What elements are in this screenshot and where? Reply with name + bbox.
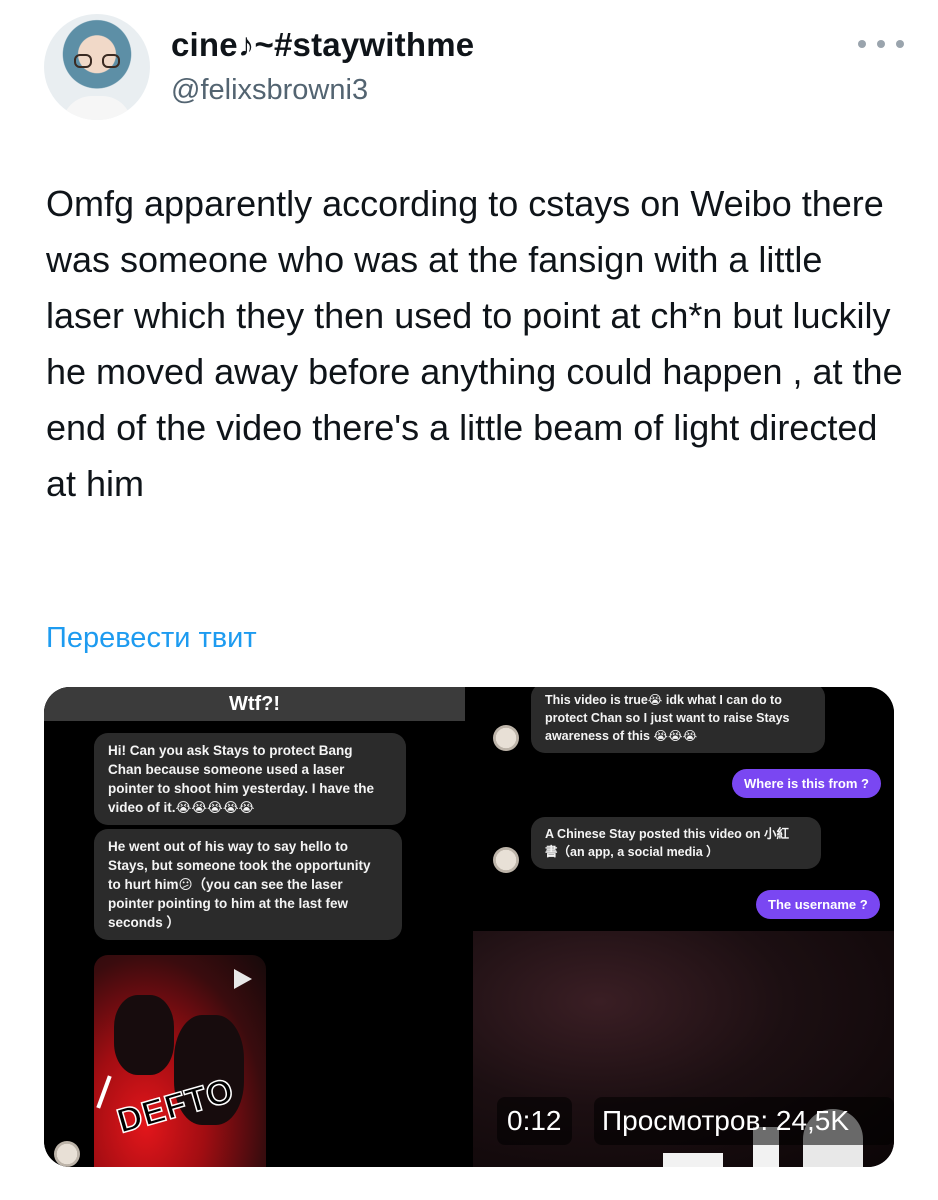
author-avatar[interactable] (44, 14, 150, 120)
video-thumbnail[interactable]: DEFTO (94, 955, 266, 1167)
thumb-slash-mark (96, 1075, 112, 1109)
chat-bubble-incoming: Hi! Can you ask Stays to protect Bang Ch… (94, 733, 406, 825)
translate-tweet-link[interactable]: Перевести твит (46, 622, 257, 655)
video-view-count: Просмотров: 24,5K (594, 1097, 894, 1145)
author-handle[interactable]: @felixsbrowni3 (171, 74, 368, 107)
chat-avatar (493, 725, 519, 751)
chat-avatar (54, 1141, 80, 1167)
author-display-name[interactable]: cine♪~#staywithme (171, 26, 474, 64)
chat-header-title: Wtf?! (228, 693, 281, 715)
chat-bubble-incoming: He went out of his way to say hello to S… (94, 829, 402, 940)
play-icon[interactable] (234, 969, 252, 989)
chat-bubble-outgoing: Where is this from ? (732, 769, 881, 798)
tweet-header: cine♪~#staywithme @felixsbrowni3 (44, 8, 904, 120)
media-right-top-screenshot[interactable]: This video is true😭 idk what I can do to… (473, 687, 894, 923)
chat-bubble-incoming: This video is true😭 idk what I can do to… (531, 687, 825, 753)
tweet-text: Omfg apparently according to cstays on W… (46, 183, 903, 504)
avatar-shirt (62, 96, 132, 120)
chat-header: Wtf?! (44, 687, 465, 721)
chat-bubble-incoming: A Chinese Stay posted this video on 小紅 書… (531, 817, 821, 869)
avatar-glasses (74, 54, 120, 68)
chat-avatar (493, 847, 519, 873)
thumb-figure (114, 995, 174, 1075)
media-left-screenshot[interactable]: Wtf?! Hi! Can you ask Stays to protect B… (44, 687, 465, 1167)
media-grid[interactable]: Wtf?! Hi! Can you ask Stays to protect B… (44, 687, 894, 1167)
chat-bubble-outgoing: The username ? (756, 890, 880, 919)
more-horizontal-icon[interactable] (858, 38, 904, 50)
video-duration: 0:12 (497, 1097, 572, 1145)
